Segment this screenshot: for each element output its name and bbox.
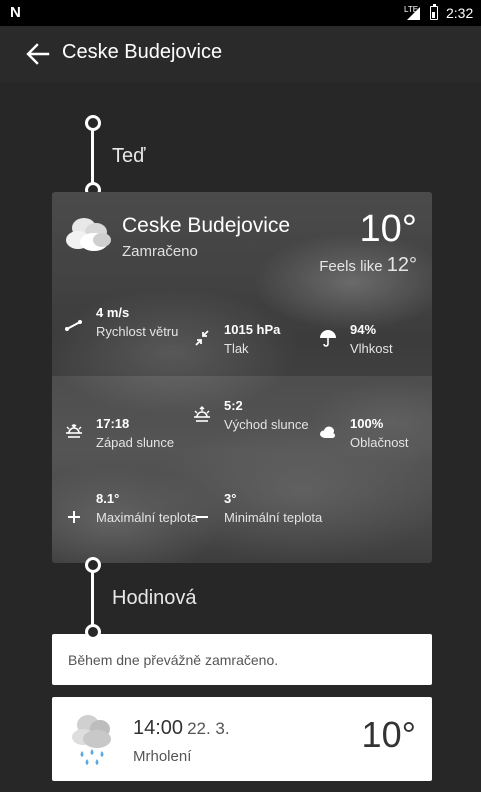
city-name: Ceske Budejovice <box>122 214 291 237</box>
hourly-time-row: 14:00 22. 3. <box>133 717 230 740</box>
stat-value: 8.1° <box>96 491 120 506</box>
hourly-condition: Mrholení <box>133 748 192 765</box>
hourly-item[interactable]: 14:00 22. 3. Mrholení 10° <box>52 697 432 781</box>
status-time: 2:32 <box>446 5 474 21</box>
sunrise-icon <box>194 406 210 422</box>
timeline-dot <box>85 115 101 131</box>
hourly-summary-card: Během dne převážně zamračeno. <box>52 634 432 685</box>
stat-value: 17:18 <box>96 416 130 431</box>
timeline-dot <box>85 624 101 640</box>
hourly-date: 22. 3. <box>187 719 230 738</box>
pressure-icon <box>195 330 209 346</box>
stat-value: 100% <box>350 416 384 431</box>
stat-value: 1015 hPa <box>224 322 281 337</box>
timeline-dot <box>85 557 101 573</box>
current-weather-card[interactable]: Ceske Budejovice Zamračeno 10° Feels lik… <box>52 192 432 563</box>
stat-value: 4 m/s <box>96 305 130 320</box>
status-bar: N LTE 2:32 <box>0 0 481 26</box>
wind-icon <box>65 320 82 331</box>
app-bar: Ceske Budejovice <box>0 26 481 82</box>
hourly-time: 14:00 <box>133 717 184 739</box>
stat-label: Oblačnost <box>350 435 409 450</box>
section-label-hourly: Hodinová <box>112 587 197 609</box>
stat-label: Západ slunce <box>96 435 175 450</box>
stat-label: Minimální teplota <box>224 510 323 525</box>
timeline-line <box>91 563 94 633</box>
stat-label: Vlhkost <box>350 341 393 356</box>
cloud-icon <box>320 426 335 438</box>
hourly-temperature: 10° <box>361 714 416 755</box>
timeline-line <box>91 124 94 190</box>
stat-label: Rychlost větru <box>96 324 179 339</box>
stat-value: 3° <box>224 491 237 506</box>
feels-like-value: 12° <box>386 254 417 276</box>
minus-icon <box>196 516 208 518</box>
sunset-icon <box>66 424 82 438</box>
arrow-back-icon[interactable] <box>26 43 50 65</box>
drizzle-icon <box>72 715 111 765</box>
stat-value: 94% <box>350 322 377 337</box>
cloudy-icon <box>66 218 111 251</box>
feels-like-label: Feels like <box>319 258 383 275</box>
hourly-summary: Během dne převážně zamračeno. <box>68 652 279 668</box>
plus-icon <box>68 511 80 523</box>
signal-icon <box>407 7 420 20</box>
feels-like: Feels like 12° <box>319 254 417 277</box>
current-temperature: 10° <box>359 208 417 250</box>
stat-label: Maximální teplota <box>96 510 198 525</box>
battery-icon <box>430 3 438 20</box>
notification-logo: N <box>10 4 21 21</box>
stat-value: 5:2 <box>224 398 243 413</box>
umbrella-icon <box>320 330 336 347</box>
page-title: Ceske Budejovice <box>62 41 223 63</box>
section-label-now: Teď <box>112 145 146 167</box>
current-condition: Zamračeno <box>122 243 198 260</box>
